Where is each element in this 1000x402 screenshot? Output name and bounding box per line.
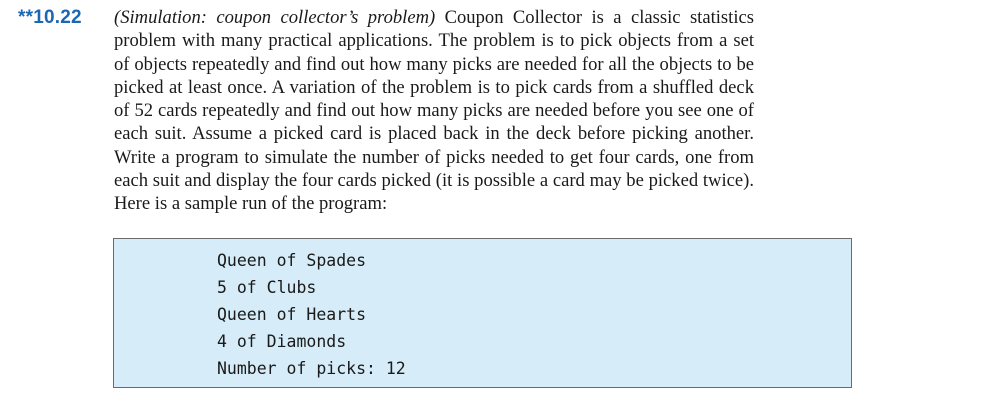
output-line: 4 of Diamonds	[217, 332, 347, 351]
output-line: Queen of Spades	[217, 251, 367, 270]
sample-run-output: Queen of Spades 5 of Clubs Queen of Hearts…	[217, 247, 406, 382]
sample-run-box: Queen of Spades 5 of Clubs Queen of Hearts…	[113, 238, 852, 388]
output-line: Number of picks: 12	[217, 359, 406, 378]
exercise-number: **10.22	[18, 7, 82, 28]
output-line: 5 of Clubs	[217, 278, 317, 297]
output-line: Queen of Hearts	[217, 305, 367, 324]
exercise-topic: (Simulation: coupon collector’s problem)	[114, 7, 436, 28]
exercise-block: **10.22 (Simulation: coupon collector’s …	[0, 0, 1000, 402]
exercise-body: Coupon Collector is a classic statistics…	[114, 7, 754, 215]
exercise-statement: (Simulation: coupon collector’s problem)…	[114, 6, 754, 216]
